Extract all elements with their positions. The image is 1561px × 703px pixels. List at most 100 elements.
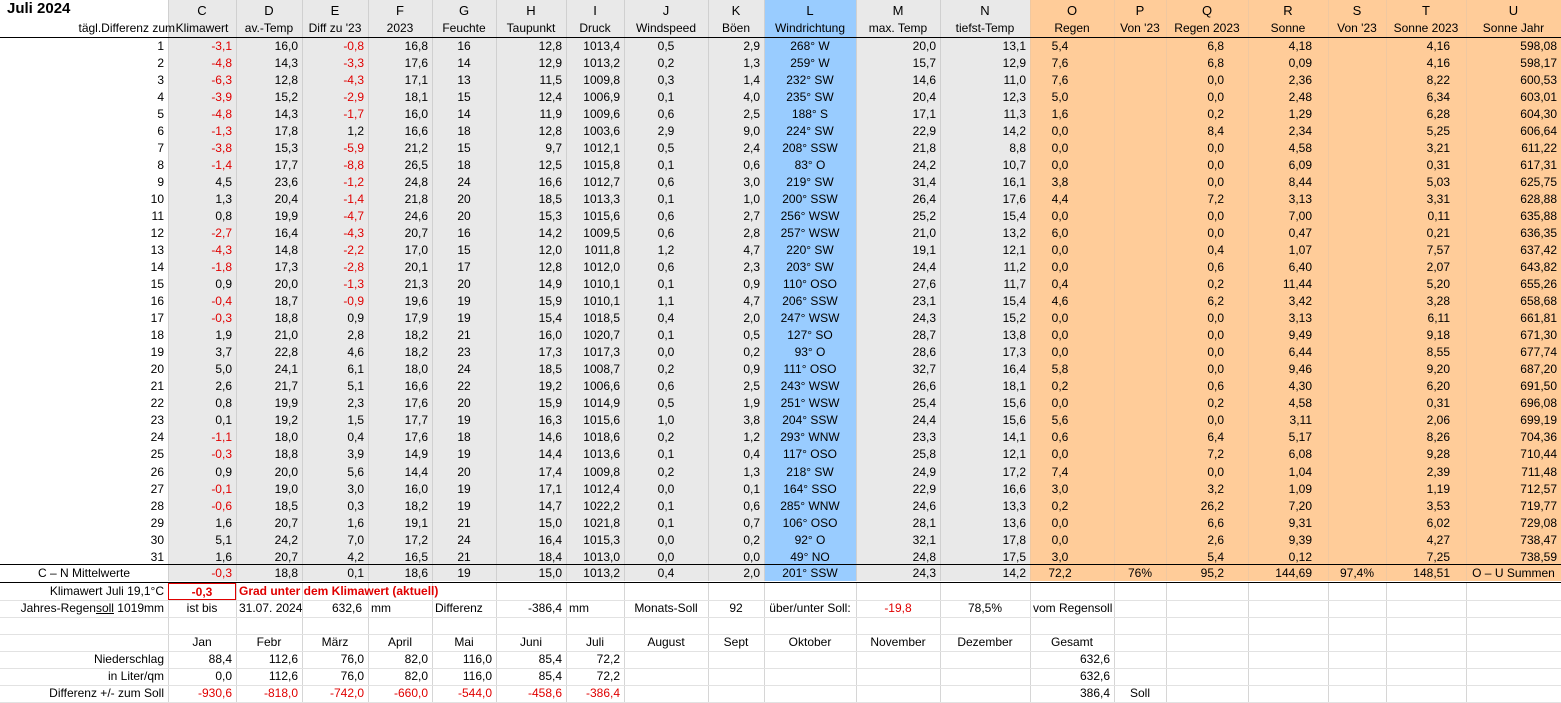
means-p[interactable]: 76% bbox=[1114, 565, 1166, 582]
cell-n[interactable]: 12,1 bbox=[940, 242, 1030, 259]
cell-s[interactable] bbox=[1328, 89, 1386, 106]
means-j[interactable]: 0,4 bbox=[624, 565, 708, 582]
cell-u[interactable]: 628,88 bbox=[1466, 191, 1561, 208]
cell-o[interactable]: 0,0 bbox=[1030, 515, 1114, 532]
klimawert-label[interactable]: Klimawert Juli 19,1°C bbox=[0, 583, 168, 600]
cell-t[interactable]: 3,21 bbox=[1386, 140, 1466, 157]
day-number[interactable]: 7 bbox=[0, 140, 168, 157]
cell-q[interactable]: 0,4 bbox=[1166, 242, 1248, 259]
cell-j[interactable]: 1,1 bbox=[624, 293, 708, 310]
cell-s[interactable] bbox=[1328, 429, 1386, 446]
cell-q[interactable]: 0,2 bbox=[1166, 106, 1248, 123]
cell-e[interactable]: -4,3 bbox=[302, 225, 368, 242]
cell-c[interactable]: 1,6 bbox=[168, 515, 236, 532]
cell-k[interactable]: 0,2 bbox=[708, 344, 764, 361]
monthly-value-12[interactable]: 632,6 bbox=[1030, 668, 1114, 685]
cell-g[interactable]: 19 bbox=[432, 446, 496, 463]
cell-s[interactable] bbox=[1328, 191, 1386, 208]
cell-e[interactable]: 1,2 bbox=[302, 123, 368, 140]
cell-d[interactable]: 19,9 bbox=[236, 208, 302, 225]
cell-o[interactable]: 0,0 bbox=[1030, 259, 1114, 276]
month-header-5[interactable]: Juni bbox=[496, 634, 566, 651]
cell-g[interactable]: 17 bbox=[432, 259, 496, 276]
cell-o[interactable]: 0,2 bbox=[1030, 498, 1114, 515]
cell-p[interactable] bbox=[1114, 532, 1166, 549]
monthly-value-11[interactable] bbox=[940, 651, 1030, 668]
monthly-value-8[interactable] bbox=[708, 668, 764, 685]
cell-f[interactable]: 16,0 bbox=[368, 481, 432, 498]
cell-e[interactable]: 1,5 bbox=[302, 412, 368, 429]
cell-j[interactable]: 0,6 bbox=[624, 225, 708, 242]
cell-s[interactable] bbox=[1328, 276, 1386, 293]
cell-e[interactable]: -1,3 bbox=[302, 276, 368, 293]
cell-g[interactable]: 15 bbox=[432, 89, 496, 106]
day-number[interactable]: 19 bbox=[0, 344, 168, 361]
cell-l[interactable]: 285° WNW bbox=[764, 498, 856, 515]
monthly-value-9[interactable] bbox=[764, 651, 856, 668]
day-number[interactable]: 16 bbox=[0, 293, 168, 310]
cell-d[interactable]: 17,7 bbox=[236, 157, 302, 174]
cell-j[interactable]: 0,3 bbox=[624, 72, 708, 89]
cell-u[interactable]: 704,36 bbox=[1466, 429, 1561, 446]
cell-r[interactable]: 3,13 bbox=[1248, 310, 1328, 327]
column-letter-t[interactable]: T bbox=[1386, 2, 1466, 19]
cell-p[interactable] bbox=[1114, 157, 1166, 174]
cell-h[interactable]: 15,9 bbox=[496, 293, 566, 310]
cell-h[interactable]: 12,8 bbox=[496, 259, 566, 276]
cell-q[interactable]: 6,8 bbox=[1166, 55, 1248, 72]
cell-k[interactable]: 9,0 bbox=[708, 123, 764, 140]
cell-l[interactable]: 257° WSW bbox=[764, 225, 856, 242]
cell-l[interactable]: 93° O bbox=[764, 344, 856, 361]
cell-g[interactable]: 19 bbox=[432, 310, 496, 327]
cell-k[interactable]: 1,2 bbox=[708, 429, 764, 446]
cell-i[interactable]: 1022,2 bbox=[566, 498, 624, 515]
cell-e[interactable]: 3,9 bbox=[302, 446, 368, 463]
cell-l[interactable]: 224° SW bbox=[764, 123, 856, 140]
cell-g[interactable]: 20 bbox=[432, 276, 496, 293]
cell-t[interactable]: 9,20 bbox=[1386, 361, 1466, 378]
cell-m[interactable]: 24,3 bbox=[856, 310, 940, 327]
cell-i[interactable]: 1010,1 bbox=[566, 293, 624, 310]
cell-r[interactable]: 4,58 bbox=[1248, 140, 1328, 157]
column-header-m[interactable]: max. Temp bbox=[856, 20, 940, 37]
cell-h[interactable]: 18,5 bbox=[496, 191, 566, 208]
cell-c[interactable]: -1,1 bbox=[168, 429, 236, 446]
cell-c[interactable]: 0,9 bbox=[168, 464, 236, 481]
cell-c[interactable]: -0,3 bbox=[168, 310, 236, 327]
cell-i[interactable]: 1009,8 bbox=[566, 464, 624, 481]
cell-l[interactable]: 219° SW bbox=[764, 174, 856, 191]
cell-j[interactable]: 0,1 bbox=[624, 515, 708, 532]
cell-u[interactable]: 603,01 bbox=[1466, 89, 1561, 106]
cell-j[interactable]: 0,1 bbox=[624, 157, 708, 174]
cell-f[interactable]: 17,6 bbox=[368, 429, 432, 446]
cell-k[interactable]: 3,8 bbox=[708, 412, 764, 429]
cell-c[interactable]: 0,8 bbox=[168, 208, 236, 225]
day-number[interactable]: 27 bbox=[0, 481, 168, 498]
means-e[interactable]: 0,1 bbox=[302, 565, 368, 582]
cell-k[interactable]: 0,4 bbox=[708, 446, 764, 463]
cell-p[interactable] bbox=[1114, 55, 1166, 72]
monats-soll-label[interactable]: Monats-Soll bbox=[624, 600, 708, 617]
cell-f[interactable]: 18,1 bbox=[368, 89, 432, 106]
cell-f[interactable]: 19,1 bbox=[368, 515, 432, 532]
monthly-value-6[interactable]: 72,2 bbox=[566, 651, 624, 668]
column-header-i[interactable]: Druck bbox=[566, 20, 624, 37]
cell-l[interactable]: 127° SO bbox=[764, 327, 856, 344]
cell-e[interactable]: 7,0 bbox=[302, 532, 368, 549]
cell-h[interactable]: 17,3 bbox=[496, 344, 566, 361]
cell-m[interactable]: 23,1 bbox=[856, 293, 940, 310]
month-header-8[interactable]: Sept bbox=[708, 634, 764, 651]
cell-d[interactable]: 23,6 bbox=[236, 174, 302, 191]
monthly-value-12[interactable]: 632,6 bbox=[1030, 651, 1114, 668]
cell-l[interactable]: 251° WSW bbox=[764, 395, 856, 412]
cell-e[interactable]: 4,6 bbox=[302, 344, 368, 361]
cell-e[interactable]: -2,9 bbox=[302, 89, 368, 106]
cell-p[interactable] bbox=[1114, 446, 1166, 463]
monthly-value-6[interactable]: -386,4 bbox=[566, 685, 624, 702]
cell-u[interactable]: 677,74 bbox=[1466, 344, 1561, 361]
cell-r[interactable]: 9,39 bbox=[1248, 532, 1328, 549]
cell-g[interactable]: 16 bbox=[432, 38, 496, 55]
cell-f[interactable]: 18,2 bbox=[368, 327, 432, 344]
column-header-l[interactable]: Windrichtung bbox=[764, 20, 856, 37]
cell-l[interactable]: 208° SSW bbox=[764, 140, 856, 157]
